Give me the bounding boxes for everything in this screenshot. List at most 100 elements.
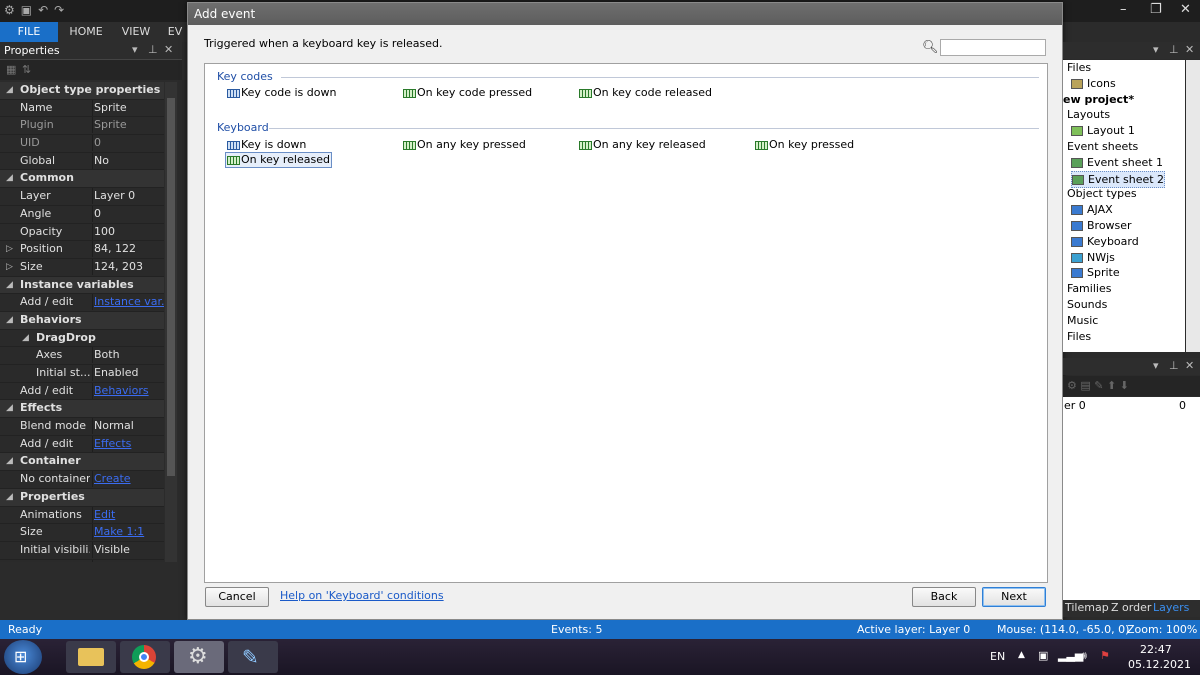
list-item-on-key-released[interactable]: On key released bbox=[225, 152, 332, 168]
tree-item[interactable]: AJAX bbox=[1071, 202, 1113, 217]
tab-view[interactable]: VIEW bbox=[114, 22, 158, 42]
pin-icon[interactable]: ⊥ bbox=[148, 43, 158, 56]
list-item-on-any-key-released[interactable]: On any key released bbox=[579, 138, 706, 152]
property-value[interactable]: Sprite bbox=[92, 117, 164, 134]
property-row[interactable]: Blend mode Normal bbox=[0, 418, 164, 436]
property-value[interactable]: 124, 203 bbox=[92, 258, 164, 275]
link-text[interactable]: Edit bbox=[94, 508, 115, 521]
tab-z-order[interactable]: Z order bbox=[1111, 601, 1151, 614]
close-icon[interactable]: ✕ bbox=[1180, 2, 1191, 17]
property-link[interactable]: Create bbox=[92, 471, 164, 488]
list-item-on-key-pressed[interactable]: On key pressed bbox=[755, 138, 854, 152]
close-panel-icon[interactable]: ✕ bbox=[1185, 43, 1194, 56]
property-row[interactable]: Initial anima...Default bbox=[0, 559, 164, 562]
property-link[interactable]: Behaviors bbox=[92, 382, 164, 399]
property-value[interactable]: 84, 122 bbox=[92, 241, 164, 258]
collapse-icon[interactable]: ◢ bbox=[6, 312, 13, 328]
property-link[interactable]: Edit bbox=[92, 506, 164, 523]
property-value[interactable]: 0 bbox=[92, 205, 164, 222]
tree-item[interactable]: Event sheet 2 bbox=[1071, 170, 1166, 188]
property-row[interactable]: Add / edit Effects bbox=[0, 435, 164, 454]
tree-item[interactable]: Music bbox=[1067, 313, 1098, 328]
tree-item[interactable]: Object types bbox=[1067, 186, 1137, 201]
close-panel-icon[interactable]: ✕ bbox=[1185, 359, 1194, 372]
list-item-on-key-code-pressed[interactable]: On key code pressed bbox=[403, 86, 532, 100]
collapse-icon[interactable]: ◢ bbox=[6, 82, 13, 98]
property-category[interactable]: ◢ Effects bbox=[0, 400, 164, 419]
back-button[interactable]: Back bbox=[912, 587, 976, 607]
pin-icon[interactable]: ⊥ bbox=[1169, 359, 1179, 372]
clock-date[interactable]: 05.12.2021 bbox=[1128, 658, 1191, 671]
property-value[interactable]: Enabled bbox=[92, 365, 164, 381]
tree-item[interactable]: Browser bbox=[1071, 218, 1132, 233]
collapse-icon[interactable]: ◢ bbox=[6, 489, 13, 505]
property-value[interactable]: Default bbox=[92, 559, 164, 562]
sort-icon[interactable]: ⇅ bbox=[22, 63, 31, 76]
pin-icon[interactable]: ⊥ bbox=[1169, 43, 1179, 56]
tab-tilemap[interactable]: Tilemap bbox=[1065, 601, 1109, 614]
flag-alert-icon[interactable]: ⚑ bbox=[1100, 649, 1110, 662]
collapse-icon[interactable]: ◢ bbox=[22, 330, 29, 346]
expand-icon[interactable]: ▷ bbox=[6, 259, 13, 275]
close-panel-icon[interactable]: ✕ bbox=[164, 43, 173, 56]
paint-icon[interactable]: ✎ bbox=[228, 641, 278, 673]
restore-icon[interactable]: ❐ bbox=[1150, 2, 1162, 17]
tree-item[interactable]: Sprite bbox=[1071, 265, 1120, 280]
tray-app-icon[interactable]: ▣ bbox=[1038, 649, 1048, 662]
save-icon[interactable]: ▣ bbox=[21, 3, 32, 17]
minimize-icon[interactable]: – bbox=[1120, 2, 1127, 17]
start-button[interactable]: ⊞ bbox=[4, 640, 42, 674]
property-value[interactable]: Normal bbox=[92, 418, 164, 435]
construct-app-icon[interactable]: ⚙ bbox=[174, 641, 224, 673]
layer-tools-icon[interactable]: ⚙ ▤ ✎ ⬆ ⬇ bbox=[1067, 379, 1129, 392]
property-value[interactable]: Layer 0 bbox=[92, 188, 164, 205]
tray-expand-icon[interactable]: ▲ bbox=[1018, 650, 1025, 660]
property-link[interactable]: Effects bbox=[92, 435, 164, 452]
property-link[interactable]: Make 1:1 bbox=[92, 524, 164, 541]
property-row[interactable]: Add / edit Instance var... bbox=[0, 294, 164, 312]
property-category[interactable]: ◢ Object type properties bbox=[0, 82, 164, 100]
collapse-icon[interactable]: ◢ bbox=[6, 400, 13, 416]
property-row[interactable]: Layer Layer 0 bbox=[0, 188, 164, 206]
property-link[interactable]: Instance var... bbox=[92, 294, 164, 311]
property-value[interactable]: No bbox=[92, 152, 164, 169]
dropdown-icon[interactable]: ▾ bbox=[1153, 43, 1159, 56]
property-category[interactable]: ◢ Container bbox=[0, 453, 164, 472]
property-row[interactable]: Initial st... Enabled bbox=[0, 365, 164, 383]
property-row[interactable]: Initial visibili...Visible bbox=[0, 541, 164, 560]
tree-item[interactable]: Sounds bbox=[1067, 297, 1107, 312]
property-value[interactable]: Both bbox=[92, 347, 164, 364]
property-row[interactable]: Opacity 100 bbox=[0, 223, 164, 242]
property-value[interactable]: Sprite bbox=[92, 99, 164, 116]
property-row[interactable]: Animations Edit bbox=[0, 506, 164, 525]
tree-item[interactable]: Files bbox=[1067, 329, 1091, 344]
property-row[interactable]: ▷ Position 84, 122 bbox=[0, 241, 164, 259]
property-row[interactable]: ▷ Size 124, 203 bbox=[0, 258, 164, 277]
property-row[interactable]: No container Create bbox=[0, 471, 164, 489]
property-row[interactable]: UID 0 bbox=[0, 135, 164, 153]
tree-item[interactable]: Layout 1 bbox=[1071, 123, 1135, 138]
chrome-icon[interactable] bbox=[120, 641, 170, 673]
property-category[interactable]: ◢ Instance variables bbox=[0, 276, 164, 295]
collapse-icon[interactable]: ◢ bbox=[6, 453, 13, 469]
property-category[interactable]: ◢ Behaviors bbox=[0, 311, 164, 330]
link-text[interactable]: Effects bbox=[94, 437, 131, 450]
tree-item[interactable]: Layouts bbox=[1067, 107, 1110, 122]
language-indicator[interactable]: EN bbox=[990, 650, 1005, 663]
expand-icon[interactable]: ▷ bbox=[6, 241, 13, 257]
categorized-icon[interactable]: ▦ bbox=[6, 63, 16, 76]
collapse-icon[interactable]: ◢ bbox=[6, 277, 13, 293]
explorer-icon[interactable] bbox=[66, 641, 116, 673]
list-item-key-code-is-down[interactable]: Key code is down bbox=[227, 86, 336, 100]
cancel-button[interactable]: Cancel bbox=[205, 587, 269, 607]
clock-time[interactable]: 22:47 bbox=[1140, 643, 1172, 656]
property-row[interactable]: Angle 0 bbox=[0, 205, 164, 224]
property-row[interactable]: Name Sprite bbox=[0, 99, 164, 118]
tab-layers[interactable]: Layers bbox=[1153, 601, 1189, 614]
dropdown-icon[interactable]: ▾ bbox=[132, 43, 138, 56]
undo-icon[interactable]: ↶ bbox=[38, 3, 48, 17]
dropdown-icon[interactable]: ▾ bbox=[1153, 359, 1159, 372]
property-row[interactable]: Plugin Sprite bbox=[0, 117, 164, 136]
property-row[interactable]: Size Make 1:1 bbox=[0, 524, 164, 542]
tree-item[interactable]: Files bbox=[1067, 60, 1091, 75]
